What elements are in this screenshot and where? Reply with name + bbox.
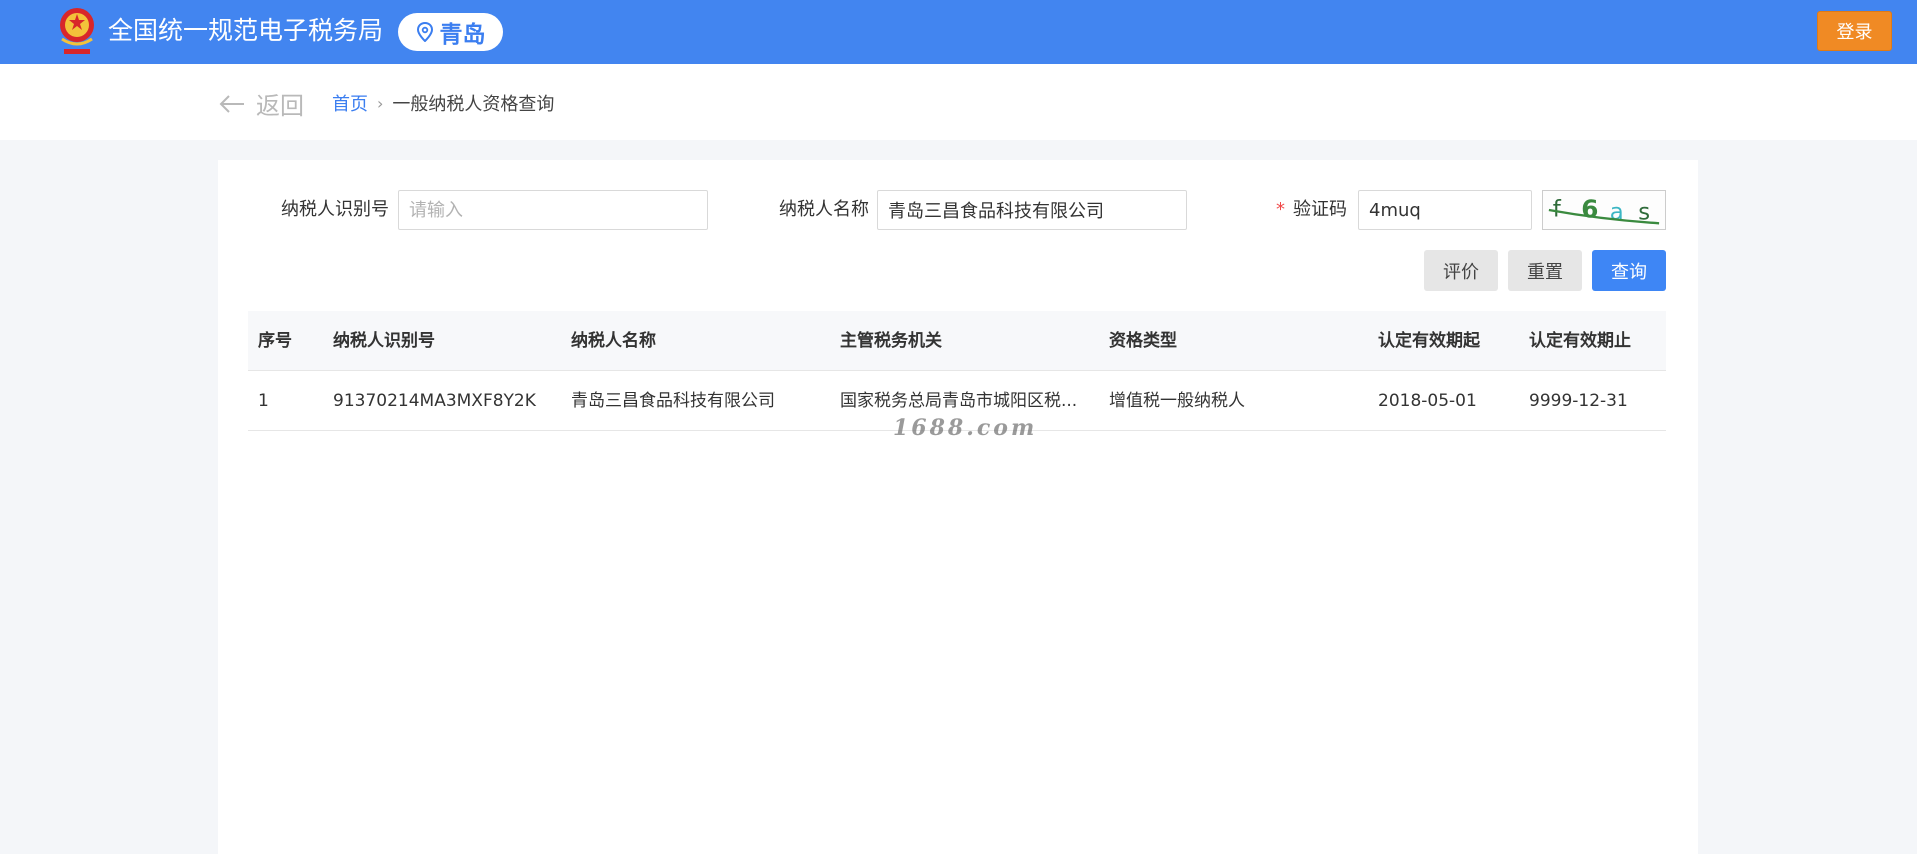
column-header-tax-authority: 主管税务机关 <box>840 331 942 351</box>
cell-index: 1 <box>258 391 269 411</box>
breadcrumb: 首页 › 一般纳税人资格查询 <box>332 90 554 116</box>
taxpayer-id-label: 纳税人识别号 <box>281 199 389 220</box>
evaluate-button[interactable]: 评价 <box>1424 250 1498 291</box>
column-header-taxpayer-id: 纳税人识别号 <box>333 331 435 351</box>
column-header-valid-to: 认定有效期止 <box>1529 331 1631 351</box>
result-table: 序号 纳税人识别号 纳税人名称 主管税务机关 资格类型 认定有效期起 认定有效期… <box>248 311 1666 431</box>
location-pin-icon <box>416 22 433 42</box>
cell-taxpayer-name: 青岛三昌食品科技有限公司 <box>571 391 775 411</box>
cell-valid-to: 9999-12-31 <box>1529 391 1628 411</box>
cell-qualification-type: 增值税一般纳税人 <box>1109 391 1245 411</box>
taxpayer-name-input[interactable] <box>877 190 1187 230</box>
cell-taxpayer-id: 91370214MA3MXF8Y2K <box>333 391 536 411</box>
captcha-char-3: a <box>1610 200 1624 226</box>
captcha-image[interactable]: f 6 a s <box>1542 190 1666 230</box>
breadcrumb-current: 一般纳税人资格查询 <box>392 94 555 115</box>
tax-emblem-icon <box>60 8 94 54</box>
breadcrumb-separator: › <box>377 93 384 113</box>
city-name: 青岛 <box>439 22 486 48</box>
captcha-char-2: 6 <box>1581 195 1598 224</box>
site-title: 全国统一规范电子税务局 <box>108 16 384 45</box>
column-header-qualification-type: 资格类型 <box>1109 331 1177 351</box>
captcha-label: 验证码 <box>1293 199 1347 220</box>
back-button[interactable]: 返回 <box>218 86 304 121</box>
query-panel: 纳税人识别号 纳税人名称 * 验证码 f 6 a s 评价 重置 查询 序号 纳税… <box>218 160 1698 854</box>
back-label: 返回 <box>256 92 304 120</box>
breadcrumb-home[interactable]: 首页 <box>332 90 368 116</box>
reset-button[interactable]: 重置 <box>1508 250 1582 291</box>
query-button[interactable]: 查询 <box>1592 250 1666 291</box>
taxpayer-name-label: 纳税人名称 <box>779 199 869 220</box>
column-header-index: 序号 <box>258 331 292 351</box>
taxpayer-id-input[interactable] <box>398 190 708 230</box>
login-button[interactable]: 登录 <box>1817 11 1892 51</box>
captcha-char-1: f <box>1553 197 1562 223</box>
table-header: 序号 纳税人识别号 纳税人名称 主管税务机关 资格类型 认定有效期起 认定有效期… <box>248 311 1666 371</box>
top-bar: 全国统一规范电子税务局 青岛 登录 <box>0 0 1917 64</box>
arrow-left-icon <box>219 94 244 113</box>
watermark: 1688.com <box>893 415 1038 441</box>
required-mark: * <box>1276 199 1285 220</box>
captcha-label-wrap: * 验证码 <box>1276 190 1347 230</box>
captcha-input[interactable] <box>1358 190 1532 230</box>
cell-valid-from: 2018-05-01 <box>1378 391 1477 411</box>
breadcrumb-bar: 返回 首页 › 一般纳税人资格查询 <box>0 64 1917 140</box>
column-header-taxpayer-name: 纳税人名称 <box>571 331 656 351</box>
column-header-valid-from: 认定有效期起 <box>1378 331 1480 351</box>
city-selector[interactable]: 青岛 <box>398 13 503 51</box>
